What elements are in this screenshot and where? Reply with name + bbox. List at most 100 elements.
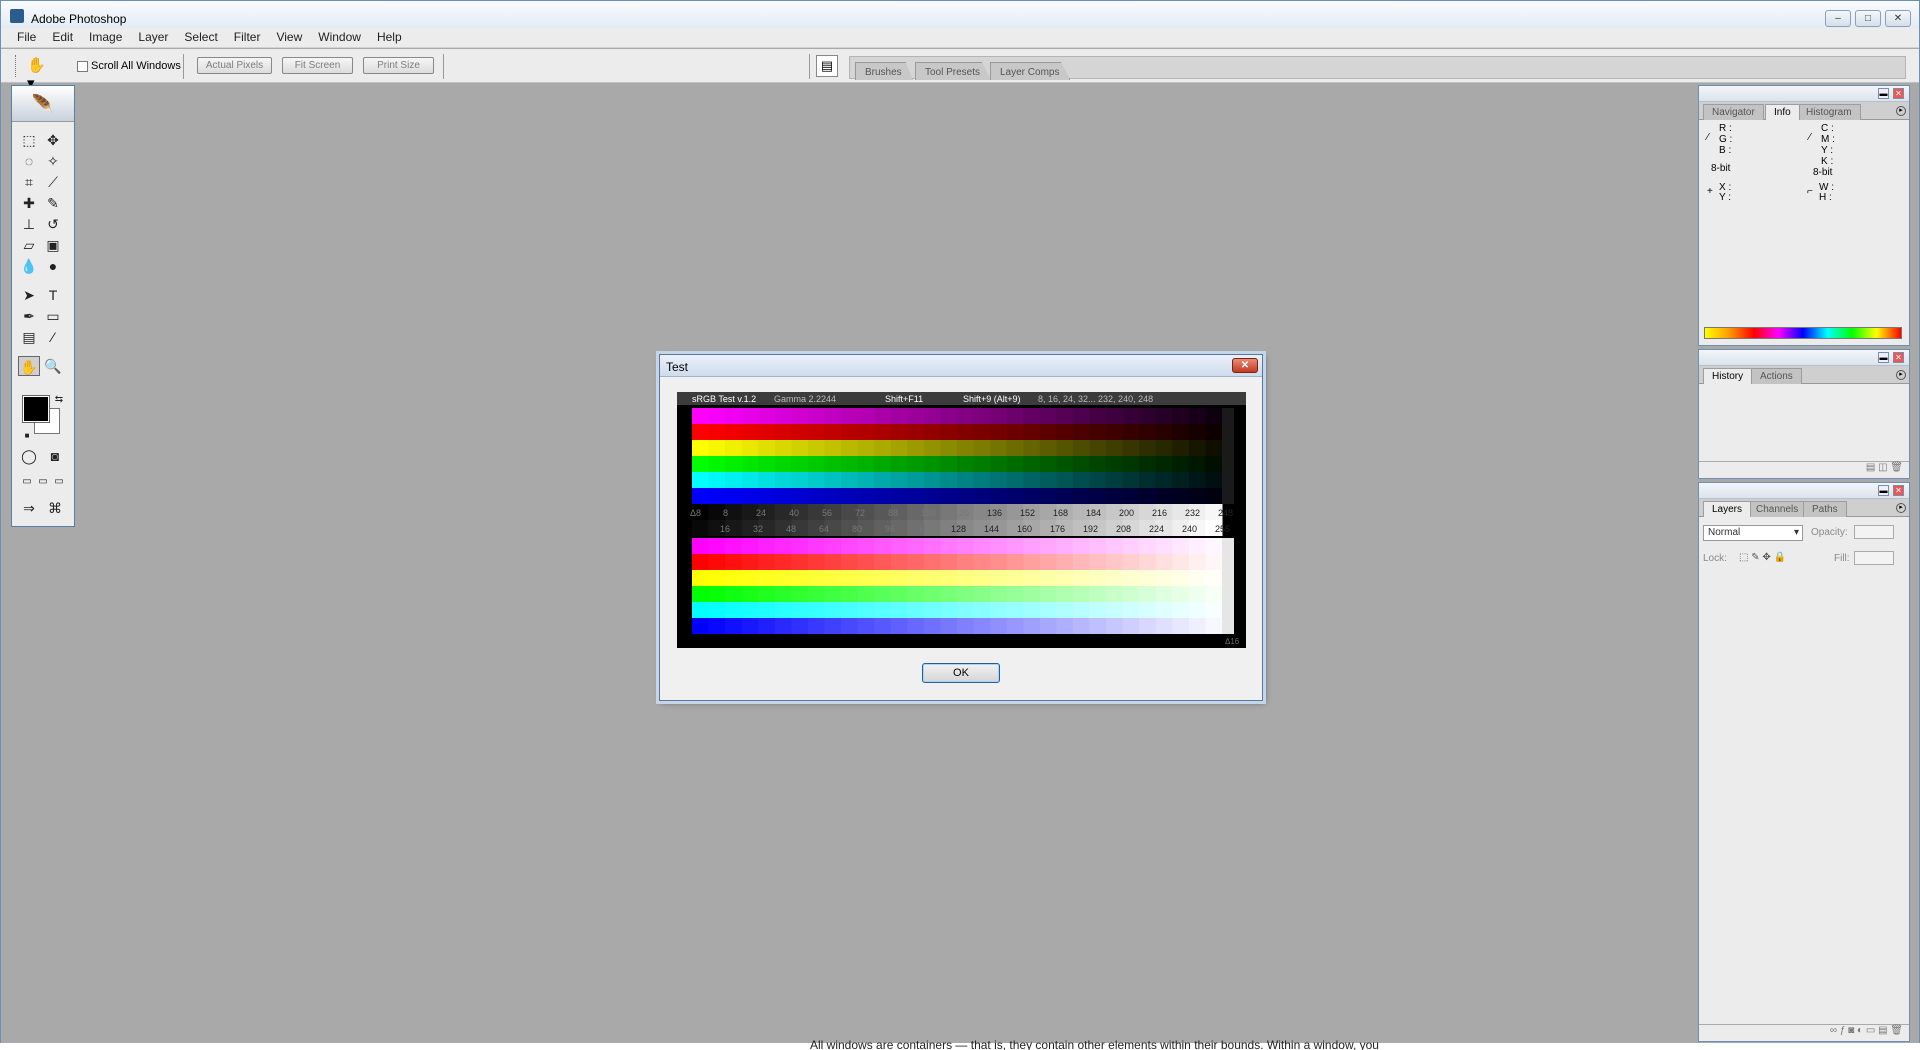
mask-icon[interactable]: ◙ (1848, 1025, 1857, 1036)
fill-label: Fill: (1834, 553, 1850, 564)
blur-tool-icon[interactable]: 💧 (18, 256, 40, 276)
move-tool-icon[interactable]: ✥ (42, 130, 64, 150)
blend-mode-select[interactable]: Normal ▾ (1703, 525, 1803, 541)
new-group-icon[interactable]: ▭ (1866, 1025, 1878, 1036)
tab-actions[interactable]: Actions (1751, 368, 1802, 384)
close-window-button[interactable]: ✕ (1885, 10, 1911, 27)
history-brush-icon[interactable]: ↺ (42, 214, 64, 234)
menu-layer[interactable]: Layer (130, 28, 176, 47)
actual-pixels-button[interactable]: Actual Pixels (197, 57, 272, 74)
standard-mode-icon[interactable]: ◯ (18, 446, 40, 466)
notes-tool-icon[interactable]: ▤ (18, 327, 40, 347)
menu-help[interactable]: Help (369, 28, 410, 47)
clone-stamp-icon[interactable]: ⊥ (18, 214, 40, 234)
swatch-light-green (807, 586, 825, 602)
slice-tool-icon[interactable]: ⟋ (42, 172, 64, 192)
tab-info[interactable]: Info (1765, 104, 1800, 120)
tab-layers[interactable]: Layers (1703, 501, 1752, 517)
restore-button[interactable]: □ (1855, 10, 1881, 27)
menu-edit[interactable]: Edit (44, 28, 81, 47)
eraser-tool-icon[interactable]: ▱ (18, 235, 40, 255)
quick-mask-icon[interactable]: ◙ (44, 446, 66, 466)
crop-tool-icon[interactable]: ⌗ (18, 172, 40, 192)
panel-menu-icon[interactable]: ▸ (1896, 370, 1906, 380)
lock-icons[interactable]: ⬚ ✎ ✥ 🔒 (1739, 552, 1786, 563)
swatch-dark-blue (1006, 488, 1024, 504)
swatch-dark-yellow (857, 440, 875, 456)
imageready-icon[interactable]: ⌘ (44, 498, 66, 518)
file-browser-icon[interactable]: ▤ (816, 55, 838, 77)
tab-channels[interactable]: Channels (1747, 501, 1808, 517)
type-tool-icon[interactable]: T (42, 285, 64, 305)
new-document-icon[interactable]: ▤ (1866, 462, 1878, 473)
link-icon[interactable]: ∞ (1830, 1025, 1840, 1036)
tab-histogram[interactable]: Histogram (1797, 104, 1861, 120)
hand-icon[interactable]: ✋ ▾ (27, 56, 57, 92)
opacity-field[interactable] (1854, 525, 1894, 539)
swatch-light-magenta (1039, 538, 1057, 554)
new-snapshot-icon[interactable]: ◫ (1878, 462, 1890, 473)
swatch-light-cyan (1106, 602, 1124, 618)
scroll-all-windows-checkbox[interactable]: Scroll All Windows (77, 60, 181, 72)
zoom-tool-icon[interactable]: 🔍 (42, 356, 64, 376)
pen-tool-icon[interactable]: ✒ (18, 306, 40, 326)
eyedropper-tool-icon[interactable]: ⁄ (42, 327, 64, 347)
delete-layer-icon[interactable]: 🗑 (1890, 1025, 1903, 1036)
menu-image[interactable]: Image (81, 28, 130, 47)
magic-wand-icon[interactable]: ✧ (42, 151, 64, 171)
foreground-color-swatch[interactable] (22, 395, 50, 423)
panel-close-icon[interactable]: ✕ (1893, 352, 1904, 363)
panel-minimize-icon[interactable]: ▬ (1878, 485, 1889, 496)
menu-window[interactable]: Window (310, 28, 369, 47)
menu-select[interactable]: Select (176, 28, 225, 47)
panel-minimize-icon[interactable]: ▬ (1878, 88, 1889, 99)
checkbox-box[interactable] (77, 60, 88, 72)
fit-screen-button[interactable]: Fit Screen (282, 57, 353, 74)
marquee-tool-icon[interactable]: ⬚ (18, 130, 40, 150)
swatch-dark-green (874, 456, 892, 472)
swap-colors-icon[interactable]: ⇆ (48, 390, 70, 410)
dialog-close-button[interactable]: ✕ (1232, 358, 1258, 373)
options-bar-grip[interactable] (15, 55, 18, 77)
swatch-dark-yellow (1172, 440, 1190, 456)
panel-minimize-icon[interactable]: ▬ (1878, 352, 1889, 363)
lasso-tool-icon[interactable]: ◌ (18, 151, 40, 171)
color-spectrum-bar[interactable] (1704, 327, 1902, 339)
menu-filter[interactable]: Filter (226, 28, 269, 47)
swatch-dark-yellow (1205, 440, 1223, 456)
menu-view[interactable]: View (268, 28, 310, 47)
shape-tool-icon[interactable]: ▭ (42, 306, 64, 326)
panel-close-icon[interactable]: ✕ (1893, 88, 1904, 99)
swatch-dark-cyan (990, 472, 1008, 488)
minimize-button[interactable]: – (1825, 10, 1851, 27)
menu-file[interactable]: File (9, 28, 44, 47)
adjustment-icon[interactable]: ◐ (1857, 1025, 1866, 1036)
new-layer-icon[interactable]: ▤ (1878, 1025, 1890, 1036)
screen-mode-full-icon[interactable]: ▭ (48, 472, 70, 492)
brush-tool-icon[interactable]: ✎ (42, 193, 64, 213)
tab-tool-presets[interactable]: Tool Presets (915, 62, 992, 80)
swatch-light-blue (940, 618, 958, 634)
photoshop-feather-icon[interactable]: 🪶 (12, 86, 74, 122)
tab-paths[interactable]: Paths (1803, 501, 1847, 517)
path-selection-icon[interactable]: ➤ (18, 285, 40, 305)
swatch-light-cyan (1089, 602, 1107, 618)
dodge-tool-icon[interactable]: ● (42, 256, 64, 276)
delete-icon[interactable]: 🗑 (1890, 462, 1903, 473)
tab-layer-comps[interactable]: Layer Comps (990, 62, 1071, 80)
tab-brushes[interactable]: Brushes (855, 62, 913, 80)
panel-close-icon[interactable]: ✕ (1893, 485, 1904, 496)
jump-to-imageready-icon[interactable]: ⇒ (18, 498, 40, 518)
gradient-tool-icon[interactable]: ▣ (42, 235, 64, 255)
tab-navigator[interactable]: Navigator (1703, 104, 1764, 120)
default-colors-icon[interactable]: ■ (16, 426, 38, 446)
tab-history[interactable]: History (1703, 368, 1753, 384)
hand-tool-icon[interactable]: ✋ (18, 356, 40, 376)
healing-brush-icon[interactable]: ✚ (18, 193, 40, 213)
layer-style-icon[interactable]: ƒ (1840, 1025, 1848, 1036)
ok-button[interactable]: OK (922, 663, 1000, 683)
fill-field[interactable] (1854, 551, 1894, 565)
panel-menu-icon[interactable]: ▸ (1896, 503, 1906, 513)
panel-menu-icon[interactable]: ▸ (1896, 106, 1906, 116)
print-size-button[interactable]: Print Size (363, 57, 434, 74)
